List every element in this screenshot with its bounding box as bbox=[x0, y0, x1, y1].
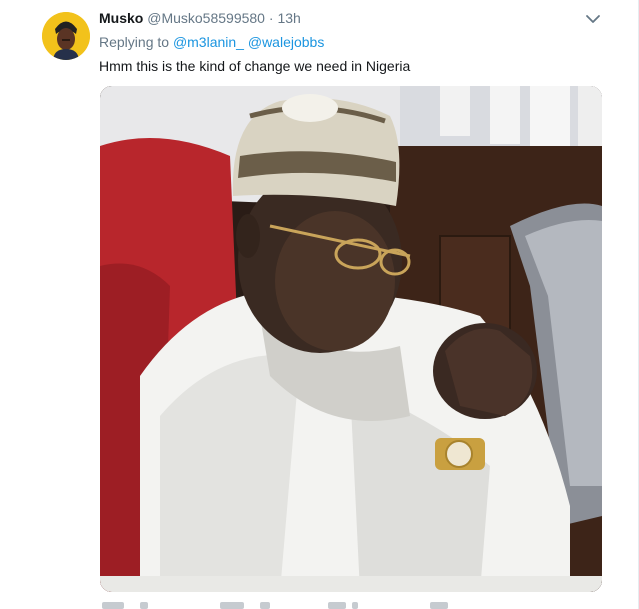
like-count-icon bbox=[352, 602, 358, 609]
like-icon[interactable] bbox=[328, 602, 346, 609]
replying-to: Replying to @m3lanin_ @walejobbs bbox=[99, 34, 324, 50]
chevron-down-icon[interactable] bbox=[584, 12, 602, 26]
time-separator: · bbox=[268, 10, 274, 26]
mention-link[interactable]: @walejobbs bbox=[248, 34, 324, 50]
tweet-text: Hmm this is the kind of change we need i… bbox=[99, 58, 411, 74]
photo-illustration bbox=[100, 86, 602, 592]
mention-link[interactable]: @m3lanin_ bbox=[173, 34, 244, 50]
reply-count-icon bbox=[140, 602, 148, 609]
display-name[interactable]: Musko bbox=[99, 10, 143, 26]
reply-icon[interactable] bbox=[102, 602, 124, 609]
avatar[interactable] bbox=[42, 12, 90, 60]
retweet-count-icon bbox=[260, 602, 270, 609]
tweet-card[interactable]: Musko @Musko58599580 · 13h Replying to @… bbox=[0, 0, 639, 609]
retweet-icon[interactable] bbox=[220, 602, 244, 609]
replying-to-label: Replying to bbox=[99, 34, 170, 50]
tweet-timestamp[interactable]: 13h bbox=[277, 10, 300, 26]
share-icon[interactable] bbox=[430, 602, 448, 609]
tweet-photo[interactable] bbox=[100, 86, 602, 592]
tweet-header: Musko @Musko58599580 · 13h bbox=[99, 10, 301, 26]
avatar-image bbox=[42, 12, 90, 60]
tweet-actions bbox=[100, 602, 600, 609]
user-handle[interactable]: @Musko58599580 bbox=[147, 10, 265, 26]
